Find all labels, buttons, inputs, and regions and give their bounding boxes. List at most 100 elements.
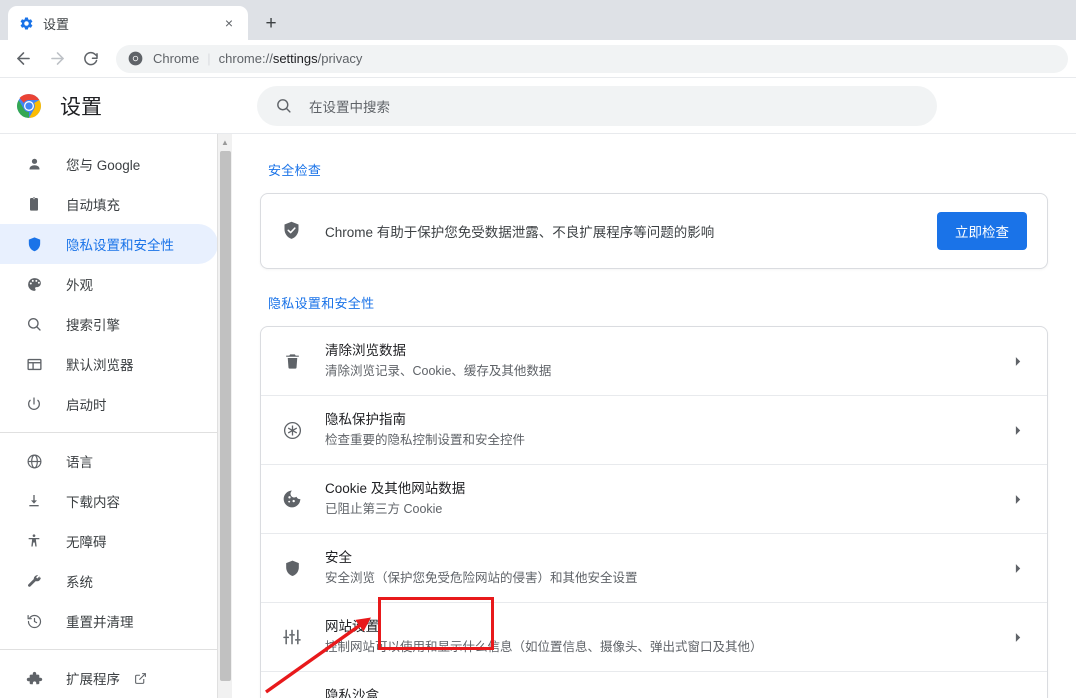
sidebar-item-languages[interactable]: 语言 — [0, 441, 218, 481]
row-subtitle: 控制网站可以使用和显示什么信息（如位置信息、摄像头、弹出式窗口及其他） — [325, 640, 763, 654]
sidebar-divider — [0, 649, 232, 650]
row-subtitle: 检查重要的隐私控制设置和安全控件 — [325, 433, 526, 447]
scrollbar-up-arrow-icon[interactable]: ▲ — [218, 134, 232, 150]
tab-title: 设置 — [43, 16, 70, 32]
search-placeholder: 在设置中搜索 — [309, 99, 390, 115]
sidebar-item-accessibility[interactable]: 无障碍 — [0, 521, 218, 561]
row-texts: 隐私保护指南 检查重要的隐私控制设置和安全控件 — [325, 410, 1007, 450]
chrome-logo-icon — [128, 51, 144, 67]
check-now-button[interactable]: 立即检查 — [937, 212, 1027, 250]
row-security[interactable]: 安全 安全浏览（保护您免受危险网站的侵害）和其他安全设置 — [261, 533, 1047, 602]
settings-main: 安全检查 Chrome 有助于保护您免受数据泄露、不良扩展程序等问题的影响 立即… — [232, 134, 1076, 698]
row-title: 网站设置 — [325, 619, 379, 634]
sidebar-item-appearance[interactable]: 外观 — [0, 264, 218, 304]
sidebar-item-downloads[interactable]: 下载内容 — [0, 481, 218, 521]
settings-search-wrap: 在设置中搜索 — [257, 85, 1076, 126]
browser-toolbar: Chrome | chrome://settings/privacy — [0, 40, 1076, 78]
row-texts: 网站设置 控制网站可以使用和显示什么信息（如位置信息、摄像头、弹出式窗口及其他） — [325, 617, 1007, 657]
sidebar-item-on-startup[interactable]: 启动时 — [0, 384, 218, 424]
search-input[interactable]: 在设置中搜索 — [257, 85, 937, 126]
section-title-safety-check: 安全检查 — [268, 163, 322, 178]
page-title: 设置 — [60, 95, 102, 119]
sidebar-item-you-and-google[interactable]: 您与 Google — [0, 144, 218, 184]
omnibox-url-suffix: /privacy — [317, 51, 363, 66]
search-icon — [275, 97, 293, 115]
chevron-right-icon[interactable] — [1007, 355, 1027, 368]
sidebar-item-label: 语言 — [66, 455, 93, 470]
sidebar-item-label: 搜索引擎 — [66, 318, 120, 333]
omnibox-separator: | — [207, 51, 211, 66]
sidebar-item-privacy-and-security[interactable]: 隐私设置和安全性 — [0, 224, 218, 264]
power-icon — [24, 394, 44, 414]
scrollbar-thumb[interactable] — [220, 151, 231, 681]
settings-body: 您与 Google 自动填充 隐私设置和安全性 外观 搜索引擎 默认浏览器 启动… — [0, 134, 1076, 698]
row-title: 隐私保护指南 — [325, 412, 406, 427]
row-texts: Cookie 及其他网站数据 已阻止第三方 Cookie — [325, 479, 1007, 519]
tab-settings[interactable]: 设置 × — [8, 6, 248, 40]
puzzle-piece-icon — [24, 668, 44, 688]
row-subtitle: 已阻止第三方 Cookie — [325, 502, 443, 516]
safety-check-text: Chrome 有助于保护您免受数据泄露、不良扩展程序等问题的影响 — [325, 225, 715, 240]
row-site-settings[interactable]: 网站设置 控制网站可以使用和显示什么信息（如位置信息、摄像头、弹出式窗口及其他） — [261, 602, 1047, 671]
globe-icon — [24, 451, 44, 471]
sidebar-divider — [0, 432, 232, 433]
sidebar-item-label: 默认浏览器 — [66, 358, 134, 373]
sidebar-item-label: 隐私设置和安全性 — [66, 238, 174, 253]
safety-check-row: Chrome 有助于保护您免受数据泄露、不良扩展程序等问题的影响 立即检查 — [261, 194, 1047, 268]
omnibox-scheme-label: Chrome — [153, 51, 200, 66]
row-clear-browsing-data[interactable]: 清除浏览数据 清除浏览记录、Cookie、缓存及其他数据 — [261, 327, 1047, 395]
row-subtitle: 清除浏览记录、Cookie、缓存及其他数据 — [325, 364, 552, 378]
chevron-right-icon[interactable] — [1007, 493, 1027, 506]
back-button[interactable] — [8, 44, 38, 74]
sidebar-item-system[interactable]: 系统 — [0, 561, 218, 601]
chevron-right-icon[interactable] — [1007, 562, 1027, 575]
row-title: 隐私沙盒 — [325, 688, 379, 698]
sidebar-item-label: 启动时 — [66, 398, 107, 413]
sidebar-item-label: 重置并清理 — [66, 615, 134, 630]
sidebar-item-label: 外观 — [66, 278, 93, 293]
row-title: Cookie 及其他网站数据 — [325, 481, 466, 496]
sidebar-item-default-browser[interactable]: 默认浏览器 — [0, 344, 218, 384]
settings-brand: 设置 — [0, 91, 257, 121]
person-icon — [24, 154, 44, 174]
reload-button[interactable] — [76, 44, 106, 74]
sidebar-item-search-engine[interactable]: 搜索引擎 — [0, 304, 218, 344]
row-privacy-guide[interactable]: 隐私保护指南 检查重要的隐私控制设置和安全控件 — [261, 395, 1047, 464]
sidebar-scrollbar[interactable]: ▲ — [217, 134, 232, 698]
wrench-icon — [24, 571, 44, 591]
row-privacy-sandbox[interactable]: 隐私沙盒 试用版功能已开启 — [261, 671, 1047, 698]
new-tab-button[interactable]: + — [257, 9, 285, 37]
omnibox-url-bold: settings — [272, 51, 318, 66]
sidebar-item-label: 系统 — [66, 575, 93, 590]
sidebar-item-reset-and-cleanup[interactable]: 重置并清理 — [0, 601, 218, 641]
search-icon — [24, 314, 44, 334]
sidebar-item-extensions[interactable]: 扩展程序 — [0, 658, 218, 698]
sidebar-item-label: 自动填充 — [66, 198, 120, 213]
chevron-right-icon[interactable] — [1007, 631, 1027, 644]
row-texts: 安全 安全浏览（保护您免受危险网站的侵害）和其他安全设置 — [325, 548, 1007, 588]
chevron-right-icon[interactable] — [1007, 424, 1027, 437]
close-icon[interactable]: × — [220, 14, 238, 32]
sidebar-item-label: 无障碍 — [66, 535, 107, 550]
cookie-icon — [281, 488, 303, 510]
sidebar-item-label: 您与 Google — [66, 158, 141, 173]
tune-sliders-icon — [281, 626, 303, 648]
open-external-icon — [134, 672, 147, 685]
forward-button[interactable] — [42, 44, 72, 74]
clipboard-icon — [24, 194, 44, 214]
row-texts: 隐私沙盒 试用版功能已开启 — [325, 686, 1007, 698]
privacy-settings-card: 清除浏览数据 清除浏览记录、Cookie、缓存及其他数据 隐私保护指南 检查重要… — [260, 326, 1048, 698]
row-cookies-and-site-data[interactable]: Cookie 及其他网站数据 已阻止第三方 Cookie — [261, 464, 1047, 533]
settings-gear-icon — [18, 15, 34, 31]
address-bar[interactable]: Chrome | chrome://settings/privacy — [116, 44, 1068, 73]
tab-strip: 设置 × + — [0, 0, 1076, 40]
shield-icon — [281, 557, 303, 579]
sidebar-item-label: 下载内容 — [66, 495, 120, 510]
chrome-logo-icon — [16, 93, 42, 119]
sidebar-item-label: 扩展程序 — [66, 672, 120, 687]
sidebar-item-autofill[interactable]: 自动填充 — [0, 184, 218, 224]
accessibility-icon — [24, 531, 44, 551]
settings-header: 设置 在设置中搜索 — [0, 78, 1076, 134]
shield-check-icon — [281, 220, 303, 242]
download-icon — [24, 491, 44, 511]
